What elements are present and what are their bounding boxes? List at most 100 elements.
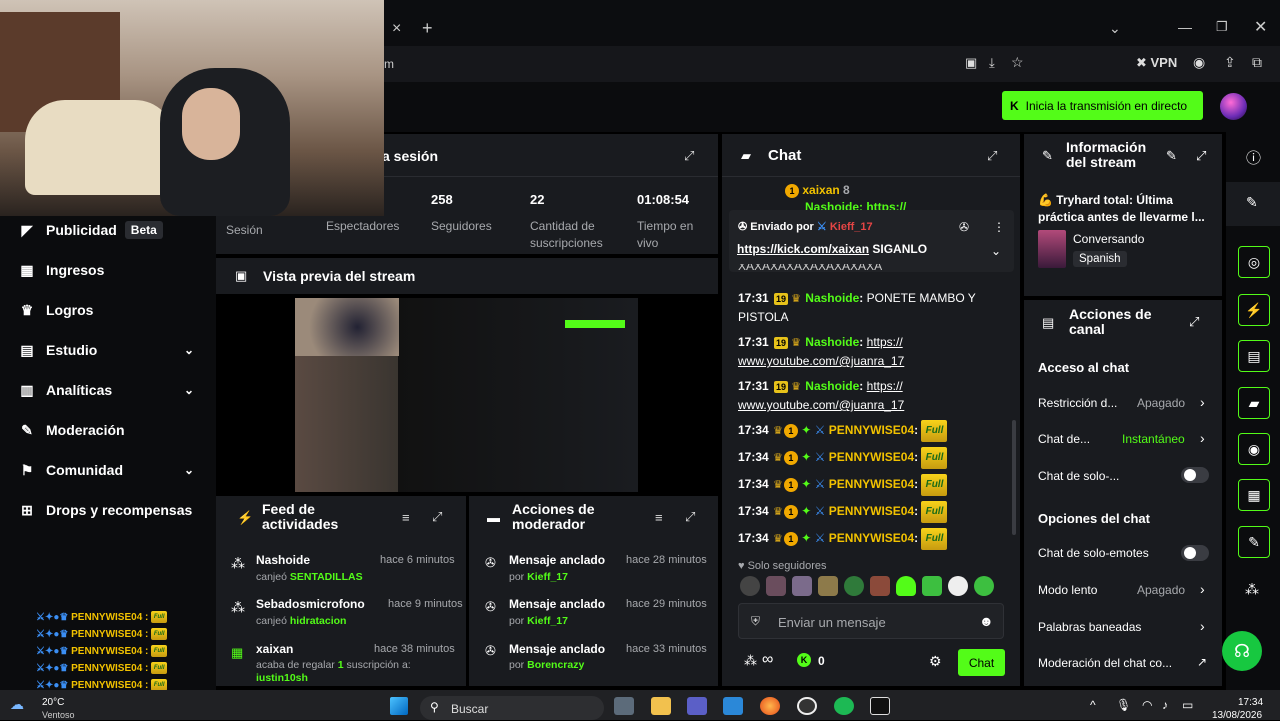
chat-input[interactable]: ⛨ Enviar un mensaje ☻: [738, 603, 1004, 639]
emote-icon[interactable]: [974, 576, 994, 596]
sidebar-item-ingresos[interactable]: ▦ Ingresos: [18, 258, 198, 282]
vpn-button[interactable]: ✖ VPN: [1136, 55, 1177, 71]
restriction-setting[interactable]: Restricción d...: [1038, 396, 1117, 410]
store-icon[interactable]: [723, 697, 743, 715]
account-icon[interactable]: ◉: [1193, 54, 1205, 71]
teams-icon[interactable]: [687, 697, 707, 715]
chat-top-user[interactable]: xaixan: [802, 183, 839, 197]
go-live-button[interactable]: K Inicia la transmisión en directo: [1002, 91, 1203, 120]
points-icon[interactable]: ⁂: [1245, 581, 1259, 598]
popout-icon[interactable]: ⤢: [432, 509, 442, 525]
firefox-icon[interactable]: [760, 697, 780, 715]
notes-button[interactable]: ▤: [1238, 340, 1270, 372]
emote-icon[interactable]: [948, 576, 968, 596]
chevron-right-icon[interactable]: ›: [1200, 581, 1205, 597]
chat-delay-setting[interactable]: Chat de...: [1038, 432, 1090, 446]
chevron-right-icon[interactable]: ›: [1200, 394, 1205, 410]
lightning-button[interactable]: ⚡: [1238, 294, 1270, 326]
sidebar-item-logros[interactable]: ♛ Logros: [18, 298, 198, 322]
feed-row-name[interactable]: Sebadosmicrofono: [256, 597, 365, 611]
emote-icon[interactable]: [740, 576, 760, 596]
close-tab-icon[interactable]: ×: [392, 20, 401, 38]
stream-preview-video[interactable]: [295, 298, 638, 492]
spotify-icon[interactable]: [834, 697, 854, 715]
obs-icon[interactable]: [797, 697, 817, 715]
modaction-row-user[interactable]: Borencrazy: [527, 659, 584, 671]
modaction-row-user[interactable]: Kieff_17: [527, 571, 568, 583]
emote-icon[interactable]: [870, 576, 890, 596]
chat-button[interactable]: ▰: [1238, 387, 1270, 419]
weather-temp[interactable]: 20°C: [42, 697, 64, 708]
screen-capture-button[interactable]: ◎: [1238, 246, 1270, 278]
download-icon[interactable]: ⤓: [989, 55, 995, 71]
chat-user[interactable]: PENNYWISE04: [829, 504, 914, 518]
filter-icon[interactable]: ≡: [655, 510, 663, 525]
edit-icon[interactable]: ✎: [1166, 148, 1177, 164]
emote-icon[interactable]: [792, 576, 812, 596]
emote-icon[interactable]: [844, 576, 864, 596]
pinned-message[interactable]: ✇ Enviado por ⚔ Kieff_17 ✇ ⋮ https://kic…: [729, 210, 1014, 272]
chat-user[interactable]: PENNYWISE04: [829, 531, 914, 545]
epic-games-icon[interactable]: [870, 697, 890, 715]
chevron-down-icon[interactable]: ⌄: [991, 244, 1001, 258]
new-tab-button[interactable]: +: [422, 18, 433, 39]
sidebar-item-comunidad[interactable]: ⚑ Comunidad ⌄: [18, 458, 198, 482]
share-icon[interactable]: ⇪: [1224, 54, 1236, 71]
extensions-icon[interactable]: ⧉: [1252, 54, 1262, 71]
sidebar-item-estudio[interactable]: ▤ Estudio ⌄: [18, 338, 198, 362]
file-explorer-icon[interactable]: [651, 697, 671, 715]
chat-user[interactable]: PENNYWISE04: [829, 423, 914, 437]
chat-user[interactable]: PENNYWISE04: [829, 477, 914, 491]
chat-user[interactable]: PENNYWISE04: [829, 450, 914, 464]
broadcast-button[interactable]: ◉: [1238, 433, 1270, 465]
bookmark-star-icon[interactable]: ☆: [1011, 54, 1024, 71]
emoji-icon[interactable]: ☻: [979, 613, 994, 629]
volume-icon[interactable]: ♪: [1162, 698, 1168, 712]
pencil-icon[interactable]: ✎: [1246, 194, 1258, 211]
send-chat-button[interactable]: Chat: [958, 649, 1005, 676]
sidebar-item-publicidad[interactable]: ◤ Publicidad Beta: [18, 218, 198, 242]
tab-list-icon[interactable]: ⌄: [1109, 20, 1121, 37]
popout-icon[interactable]: ⤢: [685, 509, 695, 525]
close-window-icon[interactable]: ✕: [1254, 17, 1267, 37]
taskbar-search[interactable]: ⚲ Buscar: [420, 696, 604, 720]
emote-icon[interactable]: [922, 576, 942, 596]
chevron-right-icon[interactable]: ›: [1200, 430, 1205, 446]
layout-button[interactable]: ▦: [1238, 479, 1270, 511]
popout-icon[interactable]: ⤢: [684, 148, 694, 164]
banned-words-setting[interactable]: Palabras baneadas: [1038, 620, 1141, 634]
emote-icon[interactable]: [818, 576, 838, 596]
settings-gear-icon[interactable]: ⚙: [929, 653, 942, 670]
popout-icon[interactable]: ⤢: [987, 148, 997, 164]
tools-button[interactable]: ✎: [1238, 526, 1270, 558]
sidebar-item-analiticas[interactable]: ▥ Analíticas ⌄: [18, 378, 198, 402]
pinned-link[interactable]: https://kick.com/xaixan: [737, 242, 869, 256]
feed-row-name[interactable]: Nashoide: [256, 553, 310, 567]
clock-time[interactable]: 17:34: [1238, 697, 1263, 708]
modaction-row-user[interactable]: Kieff_17: [527, 615, 568, 627]
sidebar-item-moderacion[interactable]: ✎ Moderación: [18, 418, 198, 442]
chat-scrollbar[interactable]: [1012, 420, 1016, 535]
emote-only-toggle[interactable]: [1181, 545, 1209, 561]
followers-chat-toggle[interactable]: [1181, 467, 1209, 483]
feed-row-name[interactable]: xaixan: [256, 642, 293, 656]
chevron-right-icon[interactable]: ›: [1200, 618, 1205, 634]
tray-overflow-icon[interactable]: ^: [1090, 698, 1096, 712]
task-view-icon[interactable]: [614, 697, 634, 715]
support-headset-button[interactable]: ☊: [1222, 631, 1262, 671]
windows-start-icon[interactable]: [390, 697, 408, 715]
slow-mode-setting[interactable]: Modo lento: [1038, 583, 1097, 597]
filter-icon[interactable]: ≡: [402, 510, 410, 525]
chat-user[interactable]: Nashoide: [805, 291, 859, 305]
microphone-icon[interactable]: 🎙: [1116, 698, 1131, 712]
chat-user[interactable]: Nashoide: [805, 335, 859, 349]
wifi-icon[interactable]: ◠: [1142, 698, 1152, 712]
restore-icon[interactable]: ❐: [1216, 19, 1228, 35]
minimize-icon[interactable]: —: [1178, 19, 1192, 35]
user-avatar[interactable]: [1220, 93, 1247, 120]
pin-icon[interactable]: ✇: [959, 220, 969, 234]
sidebar-item-drops[interactable]: ⊞ Drops y recompensas: [18, 498, 198, 522]
screenshot-icon[interactable]: ▣: [965, 55, 977, 71]
battery-icon[interactable]: ▭: [1182, 698, 1193, 712]
chat-user[interactable]: Nashoide: [805, 379, 859, 393]
